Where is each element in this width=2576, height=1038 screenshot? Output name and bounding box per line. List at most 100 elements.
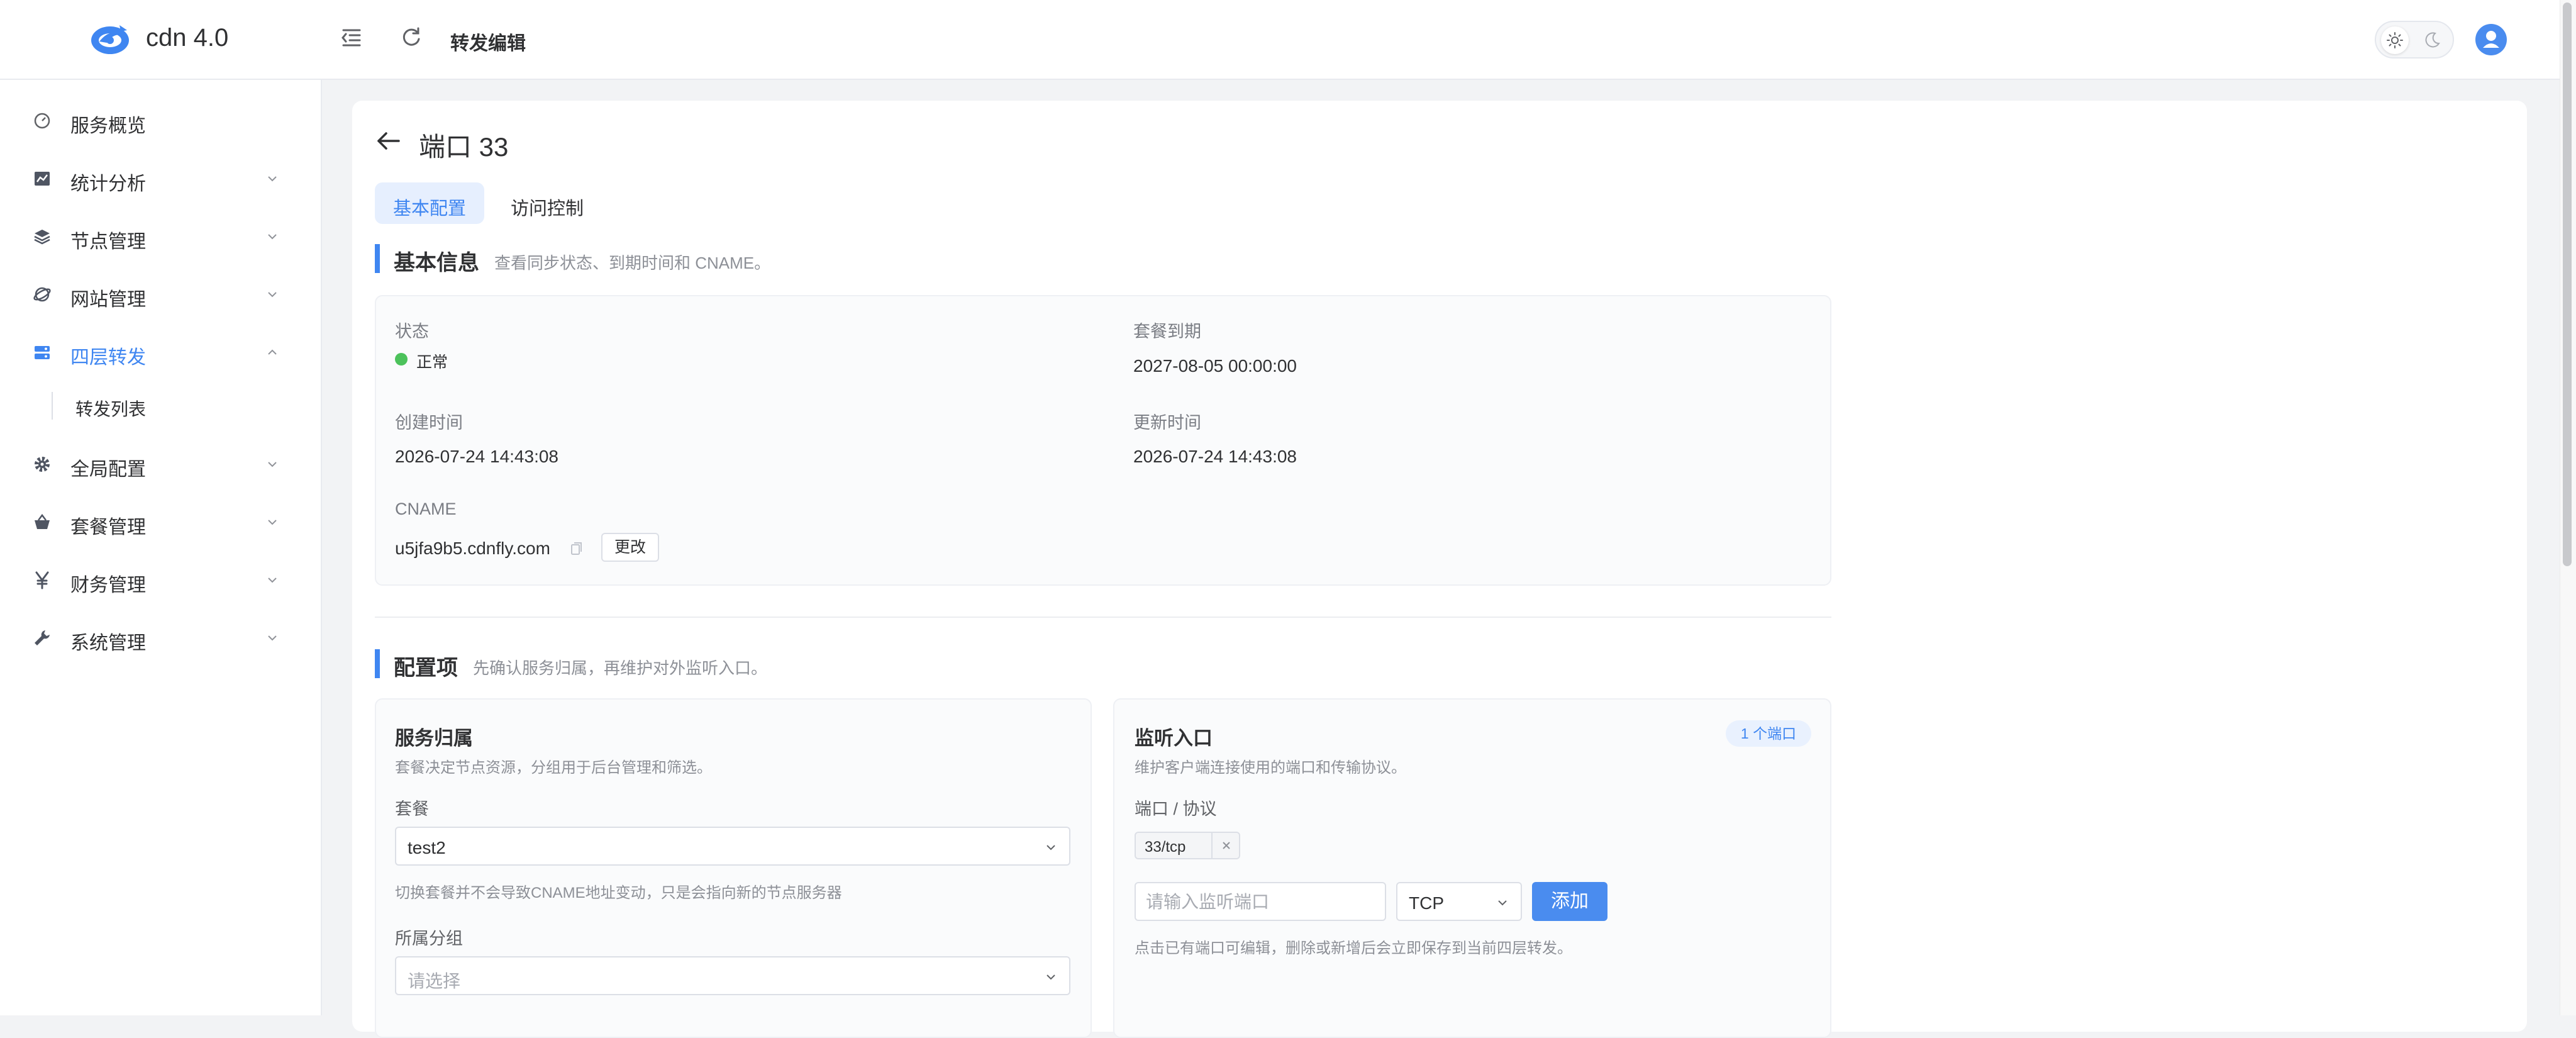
sidebar-item-label: 节点管理 [70, 232, 146, 252]
group-select[interactable]: 请选择 [395, 956, 1070, 995]
status-label: 状态 [395, 322, 429, 341]
sidebar-item-label: 统计分析 [70, 174, 146, 194]
sidebar: 服务概览 统计分析 节点管理 网站管理 四层转发 转发列表 全局配置 套餐管理 … [0, 80, 322, 1015]
sidebar-item-finance[interactable]: 财务管理 [0, 554, 321, 605]
basic-info-box [375, 295, 1831, 586]
sidebar-item-label: 套餐管理 [70, 517, 146, 538]
yen-icon [35, 571, 49, 589]
chart-icon [35, 172, 50, 186]
group-label: 所属分组 [395, 929, 463, 948]
user-icon [2483, 31, 2499, 48]
page-scrollbar-thumb[interactable] [2563, 3, 2572, 566]
submenu-indent-bar [52, 392, 53, 420]
plan-label: 套餐 [395, 800, 429, 818]
listen-panel-desc: 维护客户端连接使用的端口和传输协议。 [1135, 759, 1406, 776]
section-accent-bar [375, 244, 380, 273]
sidebar-item-websites[interactable]: 网站管理 [0, 269, 321, 319]
sidebar-item-global-config[interactable]: 全局配置 [0, 438, 321, 489]
sidebar-subitem-forward-list[interactable]: 转发列表 [0, 381, 321, 431]
sidebar-item-overview[interactable]: 服务概览 [0, 95, 321, 145]
sidebar-item-system[interactable]: 系统管理 [0, 612, 321, 662]
group-select-placeholder: 请选择 [408, 971, 461, 991]
chevron-down-icon [268, 234, 277, 240]
section-divider [375, 617, 1831, 618]
listen-port-field[interactable] [1145, 891, 1374, 913]
back-arrow-icon[interactable] [375, 128, 402, 153]
top-header: cdn 4.0 转发编辑 [0, 0, 2560, 80]
sidebar-item-label: 全局配置 [70, 459, 146, 480]
listen-port-input[interactable] [1135, 882, 1386, 921]
created-label: 创建时间 [395, 413, 463, 432]
sidebar-item-label: 系统管理 [70, 633, 146, 654]
sidebar-item-nodes[interactable]: 节点管理 [0, 211, 321, 261]
page-title: 端口 33 [419, 132, 509, 162]
forward-icon [35, 346, 50, 359]
chevron-down-icon [268, 635, 277, 641]
plan-select[interactable]: test2 [395, 827, 1070, 866]
service-panel-desc: 套餐决定节点资源，分组用于后台管理和筛选。 [395, 759, 712, 776]
port-protocol-label: 端口 / 协议 [1135, 800, 1217, 818]
port-count-badge: 1 个端口 [1726, 720, 1811, 747]
section-desc-basic-info: 查看同步状态、到期时间和 CNAME。 [494, 254, 771, 272]
port-tag-label: 33/tcp [1145, 839, 1186, 856]
chevron-down-icon [1498, 900, 1507, 906]
collapse-menu-icon[interactable] [338, 25, 364, 50]
port-tag[interactable]: 33/tcp [1135, 832, 1240, 859]
protocol-select-value: TCP [1409, 893, 1444, 913]
header-page-title: 转发编辑 [450, 33, 526, 54]
cdn-logo-icon [91, 25, 129, 54]
app-title: cdn 4.0 [146, 24, 229, 52]
chevron-down-icon [268, 292, 277, 298]
tab-access-control[interactable]: 访问控制 [497, 182, 597, 224]
sidebar-item-statistics[interactable]: 统计分析 [0, 153, 321, 203]
section-desc-config: 先确认服务归属，再维护对外监听入口。 [473, 659, 768, 678]
layers-icon [34, 230, 50, 245]
expire-value: 2027-08-05 00:00:00 [1133, 356, 1297, 376]
moon-icon [2425, 32, 2440, 48]
tab-label: 访问控制 [510, 199, 584, 219]
chevron-down-icon [268, 578, 277, 583]
sun-icon [2387, 32, 2403, 48]
sidebar-item-label: 四层转发 [70, 347, 146, 368]
copy-icon[interactable] [570, 541, 584, 556]
dashboard-icon [34, 113, 50, 129]
globe-icon [33, 287, 51, 302]
user-avatar[interactable] [2475, 24, 2507, 55]
plan-select-value: test2 [408, 838, 446, 857]
status-dot [395, 353, 408, 366]
sidebar-item-label: 财务管理 [70, 575, 146, 596]
tab-basic-config[interactable]: 基本配置 [375, 182, 484, 224]
service-panel-title: 服务归属 [395, 727, 473, 749]
chevron-down-icon [268, 462, 277, 467]
plan-hint: 切换套餐并不会导致CNAME地址变动，只是会指向新的节点服务器 [395, 885, 842, 901]
updated-value: 2026-07-24 14:43:08 [1133, 447, 1297, 466]
protocol-select[interactable]: TCP [1396, 882, 1522, 921]
section-accent-bar [375, 649, 380, 678]
chevron-up-icon [268, 349, 277, 355]
gear-icon [35, 457, 50, 472]
sidebar-subitem-label: 转发列表 [75, 399, 147, 419]
listen-hint: 点击已有端口可编辑，删除或新增后会立即保存到当前四层转发。 [1135, 940, 1572, 957]
tab-label: 基本配置 [392, 199, 466, 219]
close-icon[interactable] [1220, 839, 1233, 852]
listen-entry-panel [1113, 698, 1831, 1038]
refresh-icon[interactable] [399, 25, 424, 50]
section-title-basic-info: 基本信息 [394, 251, 479, 275]
expire-label: 套餐到期 [1133, 322, 1201, 341]
sidebar-item-plans[interactable]: 套餐管理 [0, 496, 321, 547]
sidebar-item-label: 服务概览 [70, 116, 146, 137]
status-value: 正常 [416, 354, 448, 371]
cname-value: u5jfa9b5.cdnfly.com [395, 539, 550, 558]
change-cname-button[interactable]: 更改 [601, 533, 659, 562]
chevron-down-icon [268, 520, 277, 525]
theme-toggle[interactable] [2375, 21, 2454, 59]
cname-label: CNAME [395, 499, 457, 518]
add-port-button[interactable]: 添加 [1532, 882, 1607, 921]
sidebar-item-label: 网站管理 [70, 289, 146, 310]
listen-panel-title: 监听入口 [1135, 727, 1213, 749]
sidebar-item-l4-forward[interactable]: 四层转发 [0, 326, 321, 377]
updated-label: 更新时间 [1133, 413, 1201, 432]
port-tag-separator [1211, 833, 1213, 858]
chevron-down-icon [1046, 845, 1055, 851]
wrench-icon [35, 630, 50, 645]
